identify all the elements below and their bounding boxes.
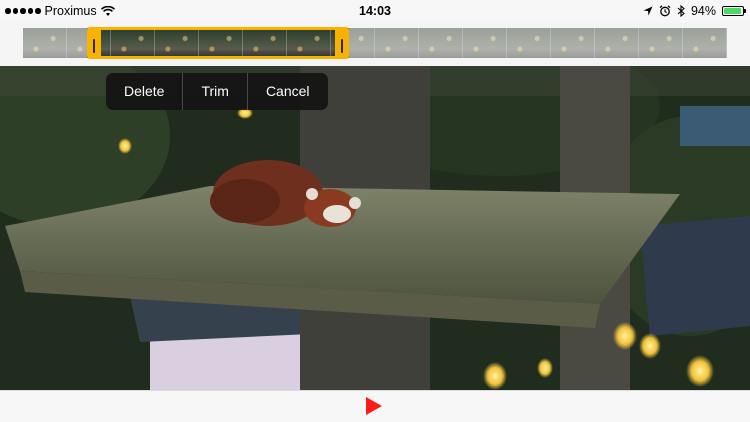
playback-bar (0, 390, 750, 422)
battery-icon (722, 6, 746, 16)
play-icon[interactable] (364, 396, 384, 416)
status-right: 94% (643, 0, 746, 22)
unselected-region-right (349, 28, 727, 58)
location-arrow-icon (643, 6, 653, 16)
video-preview[interactable] (0, 66, 750, 390)
trim-selection[interactable] (87, 27, 349, 59)
trim-start-handle[interactable] (93, 39, 95, 53)
battery-percent: 94% (690, 4, 716, 18)
trim-button[interactable]: Trim (183, 73, 248, 110)
status-bar: Proximus 14:03 94% (0, 0, 750, 22)
video-frame-image (0, 66, 750, 390)
trim-end-handle[interactable] (341, 39, 343, 53)
cancel-button[interactable]: Cancel (248, 73, 328, 110)
status-time: 14:03 (359, 4, 391, 18)
edit-menu: Delete Trim Cancel (106, 73, 328, 110)
bluetooth-icon (677, 5, 685, 17)
alarm-clock-icon (659, 5, 671, 17)
battery-level (724, 8, 741, 14)
unselected-region-left (23, 28, 87, 58)
delete-button[interactable]: Delete (106, 73, 184, 110)
trim-toolbar (0, 22, 750, 66)
